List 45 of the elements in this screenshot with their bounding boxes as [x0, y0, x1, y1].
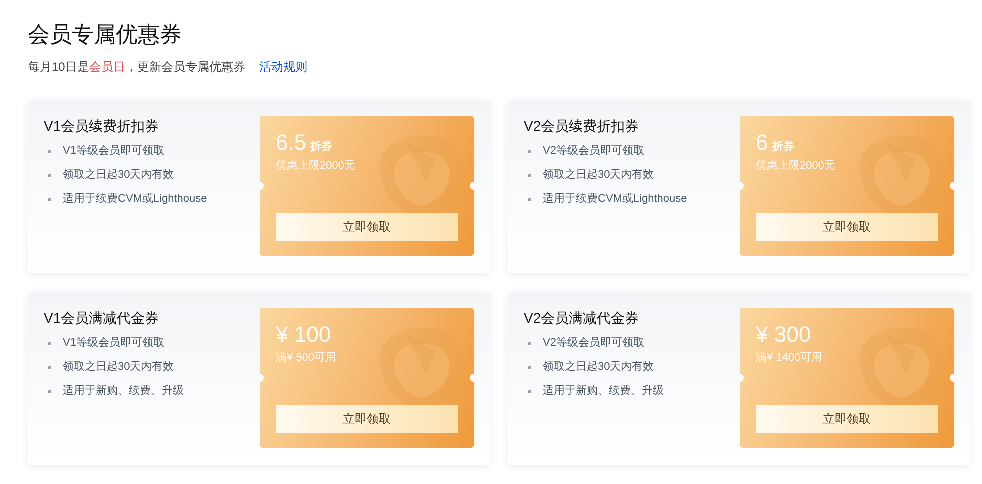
bullet-icon	[48, 150, 51, 152]
coupon-rule: 适用于新购、续费、升级	[63, 384, 184, 399]
coupon-title: V1会员满减代金券	[44, 309, 160, 328]
coupon-rule: V2等级会员即可领取	[543, 336, 644, 351]
bullet-icon	[528, 174, 531, 176]
coupon-rule: V2等级会员即可领取	[543, 144, 644, 159]
bullet-icon	[48, 366, 51, 368]
bullet-icon	[48, 342, 51, 344]
rules-link[interactable]: 活动规则	[259, 58, 308, 76]
claim-button[interactable]: 立即领取	[756, 213, 938, 241]
coupon-rule: V1等级会员即可领取	[63, 336, 164, 351]
coupon-condition: 优惠上限2000元	[756, 158, 836, 174]
coupon-value: 6	[756, 130, 768, 156]
coupon-title: V2会员满减代金券	[524, 309, 640, 328]
page-title: 会员专属优惠券	[28, 21, 183, 49]
bullet-icon	[528, 198, 531, 200]
bullet-icon	[528, 150, 531, 152]
bullet-icon	[528, 366, 531, 368]
coupon-rule: 领取之日起30天内有效	[63, 168, 174, 183]
subtitle: 每月10日是会员日，更新会员专属优惠券	[28, 59, 246, 76]
coupon-title: V2会员续费折扣券	[524, 117, 640, 136]
coupon-rule: 领取之日起30天内有效	[543, 360, 654, 375]
coupon-unit: 折券	[772, 140, 794, 155]
coupon-unit: 折券	[310, 140, 333, 155]
bullet-icon	[48, 174, 51, 176]
coupon-condition: 满¥ 500可用	[276, 351, 338, 366]
coupon-value: 6.5	[276, 130, 307, 156]
coupon-rule: 适用于续费CVM或Lighthouse	[63, 192, 208, 207]
coupon-rule: V1等级会员即可领取	[63, 144, 164, 159]
claim-button[interactable]: 立即领取	[756, 405, 938, 433]
coupon-condition: 满¥ 1400可用	[756, 351, 824, 366]
coupon-rule: 领取之日起30天内有效	[543, 168, 654, 183]
bullet-icon	[48, 198, 51, 200]
coupon-rule: 适用于新购、续费、升级	[543, 384, 664, 399]
bullet-icon	[48, 390, 51, 392]
coupon-value: ¥ 100	[276, 322, 332, 348]
coupon-title: V1会员续费折扣券	[44, 117, 160, 136]
bullet-icon	[528, 342, 531, 344]
claim-button[interactable]: 立即领取	[276, 405, 458, 433]
claim-button[interactable]: 立即领取	[276, 213, 458, 241]
coupon-condition: 优惠上限2000元	[276, 158, 356, 174]
coupon-value: ¥ 300	[756, 322, 812, 348]
bullet-icon	[528, 390, 531, 392]
coupon-rule: 领取之日起30天内有效	[63, 360, 174, 375]
coupon-rule: 适用于续费CVM或Lighthouse	[543, 192, 688, 207]
